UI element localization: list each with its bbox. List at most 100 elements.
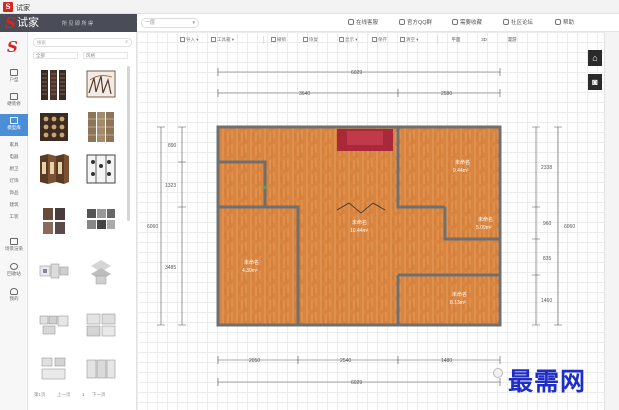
- bed-pillow: [347, 131, 383, 145]
- catalog-pagination: 第1页 上一页 1 下一页: [28, 388, 137, 402]
- sidebar-item-model-library[interactable]: 模型库: [0, 114, 28, 136]
- catalog-item-screen-1[interactable]: [33, 66, 75, 104]
- sidebar-item-render[interactable]: 场景渲染: [0, 235, 28, 257]
- search-icon: ⌕: [125, 39, 128, 45]
- sidebar-category-6[interactable]: 工装: [0, 214, 28, 220]
- dim-top-total: 6029: [351, 70, 362, 76]
- dim-right-seg-4: 1460: [541, 298, 552, 304]
- sidebar-category-4[interactable]: 饰品: [0, 190, 28, 196]
- room-name: 未命名: [478, 216, 493, 223]
- prev-page-button[interactable]: 上一页: [57, 392, 71, 398]
- brand-name: 试家: [17, 16, 39, 29]
- bookmark-icon: [452, 19, 458, 25]
- catalog-item-wall-2[interactable]: [80, 202, 122, 240]
- frame-set-thumbnail: [41, 357, 66, 380]
- sidebar-category-5[interactable]: 建筑: [0, 202, 28, 208]
- frame-set-thumbnail: [39, 315, 69, 335]
- next-page-button[interactable]: 下一页: [92, 392, 106, 398]
- frame-set-thumbnail: [39, 263, 69, 279]
- dim-left-seg-3: 3485: [165, 265, 176, 271]
- floor-select[interactable]: 一层 ▾: [141, 18, 199, 28]
- dim-top-left: 3640: [299, 91, 310, 97]
- sidebar-category-2[interactable]: 厨卫: [0, 166, 28, 172]
- dim-bottom-total: 6029: [351, 380, 362, 386]
- catalog-item-decor-3[interactable]: [33, 306, 75, 344]
- catalog-item-screen-6[interactable]: [80, 150, 122, 188]
- dim-bottom-seg-2: 2540: [340, 358, 351, 364]
- catalog-item-decor-2[interactable]: [80, 254, 122, 292]
- first-page-button[interactable]: 第1页: [34, 392, 46, 398]
- pan-control[interactable]: [493, 368, 503, 378]
- catalog-item-wall-1[interactable]: [33, 202, 75, 240]
- catalog-filter-style[interactable]: 风格: [83, 52, 128, 59]
- sidebar-item-hard-decor[interactable]: 硬装修: [0, 90, 28, 112]
- help-icon: [555, 19, 561, 25]
- favorite-link-label: 需要收藏: [460, 20, 483, 26]
- forum-icon: [503, 19, 509, 25]
- catalog-item-screen-3[interactable]: [33, 108, 75, 146]
- room-area: 9.44m²: [453, 168, 469, 174]
- brand-block: S 试家 所见即所得: [0, 14, 137, 32]
- qq-group-link[interactable]: 官方QQ群: [399, 18, 432, 28]
- sidebar-category-0[interactable]: 家具: [0, 142, 28, 148]
- room-area: 5.09m²: [476, 225, 492, 231]
- support-link[interactable]: 在线客服: [348, 18, 378, 28]
- favorite-link[interactable]: 需要收藏: [452, 18, 482, 28]
- frame-set-thumbnail: [86, 359, 116, 379]
- catalog-filter-all[interactable]: 全部: [33, 52, 78, 59]
- catalog-item-screen-4[interactable]: [80, 108, 122, 146]
- folding-screen-thumbnail: [41, 70, 66, 100]
- catalog-item-decor-5[interactable]: [33, 350, 75, 388]
- sidebar-item-label: 我的: [9, 296, 19, 301]
- chat-icon: [399, 19, 405, 25]
- sidebar-item-label: 场景渲染: [5, 246, 23, 251]
- dim-bottom-seg-1: 2050: [249, 358, 260, 364]
- sidebar-category-3[interactable]: 灯饰: [0, 178, 28, 184]
- frame-set-thumbnail: [91, 260, 111, 285]
- dim-right-seg-1: 2338: [541, 165, 552, 171]
- dim-right-seg-2: 960: [543, 221, 552, 227]
- wood-screen-thumbnail: [88, 112, 114, 142]
- catalog-item-decor-1[interactable]: [33, 254, 75, 292]
- sidebar-item-recycle[interactable]: 回收站: [0, 260, 28, 282]
- app-header: S 试家 所见即所得 一层 ▾ 在线客服 官方QQ群 需要收藏 社区论坛 帮助: [0, 14, 619, 32]
- painted-screen-thumbnail: [86, 70, 116, 98]
- user-icon: [10, 288, 18, 295]
- help-link[interactable]: 帮助: [555, 18, 574, 28]
- room-area: 8.13m²: [450, 300, 466, 306]
- floor-plan[interactable]: 未命名 9.44m² 未命名 5.09m² 未命名 10.44m² 未命名 4.…: [137, 32, 604, 410]
- dim-bottom-seg-3: 1480: [441, 358, 452, 364]
- catalog-scrollbar[interactable]: [127, 66, 130, 221]
- selection-marker: [263, 186, 266, 189]
- room-name: 未命名: [244, 259, 259, 266]
- brand-s-icon: S: [5, 14, 16, 32]
- sidebar-category-1[interactable]: 电器: [0, 154, 28, 160]
- dim-left-seg-1: 890: [168, 143, 177, 149]
- catalog-search-input[interactable]: 搜索 ⌕: [33, 38, 132, 47]
- floor-select-value: 一层: [145, 20, 156, 26]
- monitor-icon: [10, 238, 18, 245]
- window-title: 试家: [16, 5, 30, 12]
- headset-icon: [348, 19, 354, 25]
- house-icon: [10, 93, 18, 100]
- support-link-label: 在线客服: [356, 20, 379, 26]
- frame-set-thumbnail: [86, 313, 116, 337]
- catalog-item-decor-6[interactable]: [80, 350, 122, 388]
- dim-top-right: 2580: [441, 91, 452, 97]
- catalog-item-screen-2[interactable]: [80, 66, 122, 104]
- room-name: 未命名: [352, 219, 367, 226]
- dim-left-total: 6060: [147, 224, 158, 230]
- qq-group-link-label: 官方QQ群: [407, 20, 433, 26]
- watermark: 最需网: [508, 367, 587, 396]
- help-link-label: 帮助: [563, 20, 575, 26]
- forum-link[interactable]: 社区论坛: [503, 18, 533, 28]
- catalog-item-screen-5[interactable]: [33, 150, 75, 188]
- dim-left-seg-2: 1323: [165, 183, 176, 189]
- dim-right-seg-3: 835: [543, 256, 552, 262]
- sidebar-item-mine[interactable]: 我的: [0, 285, 28, 307]
- pattern-screen-thumbnail: [86, 154, 116, 184]
- sidebar-item-floorplan[interactable]: 户型: [0, 66, 28, 88]
- catalog-item-decor-4[interactable]: [80, 306, 122, 344]
- forum-link-label: 社区论坛: [511, 20, 534, 26]
- room-name: 未命名: [455, 159, 470, 166]
